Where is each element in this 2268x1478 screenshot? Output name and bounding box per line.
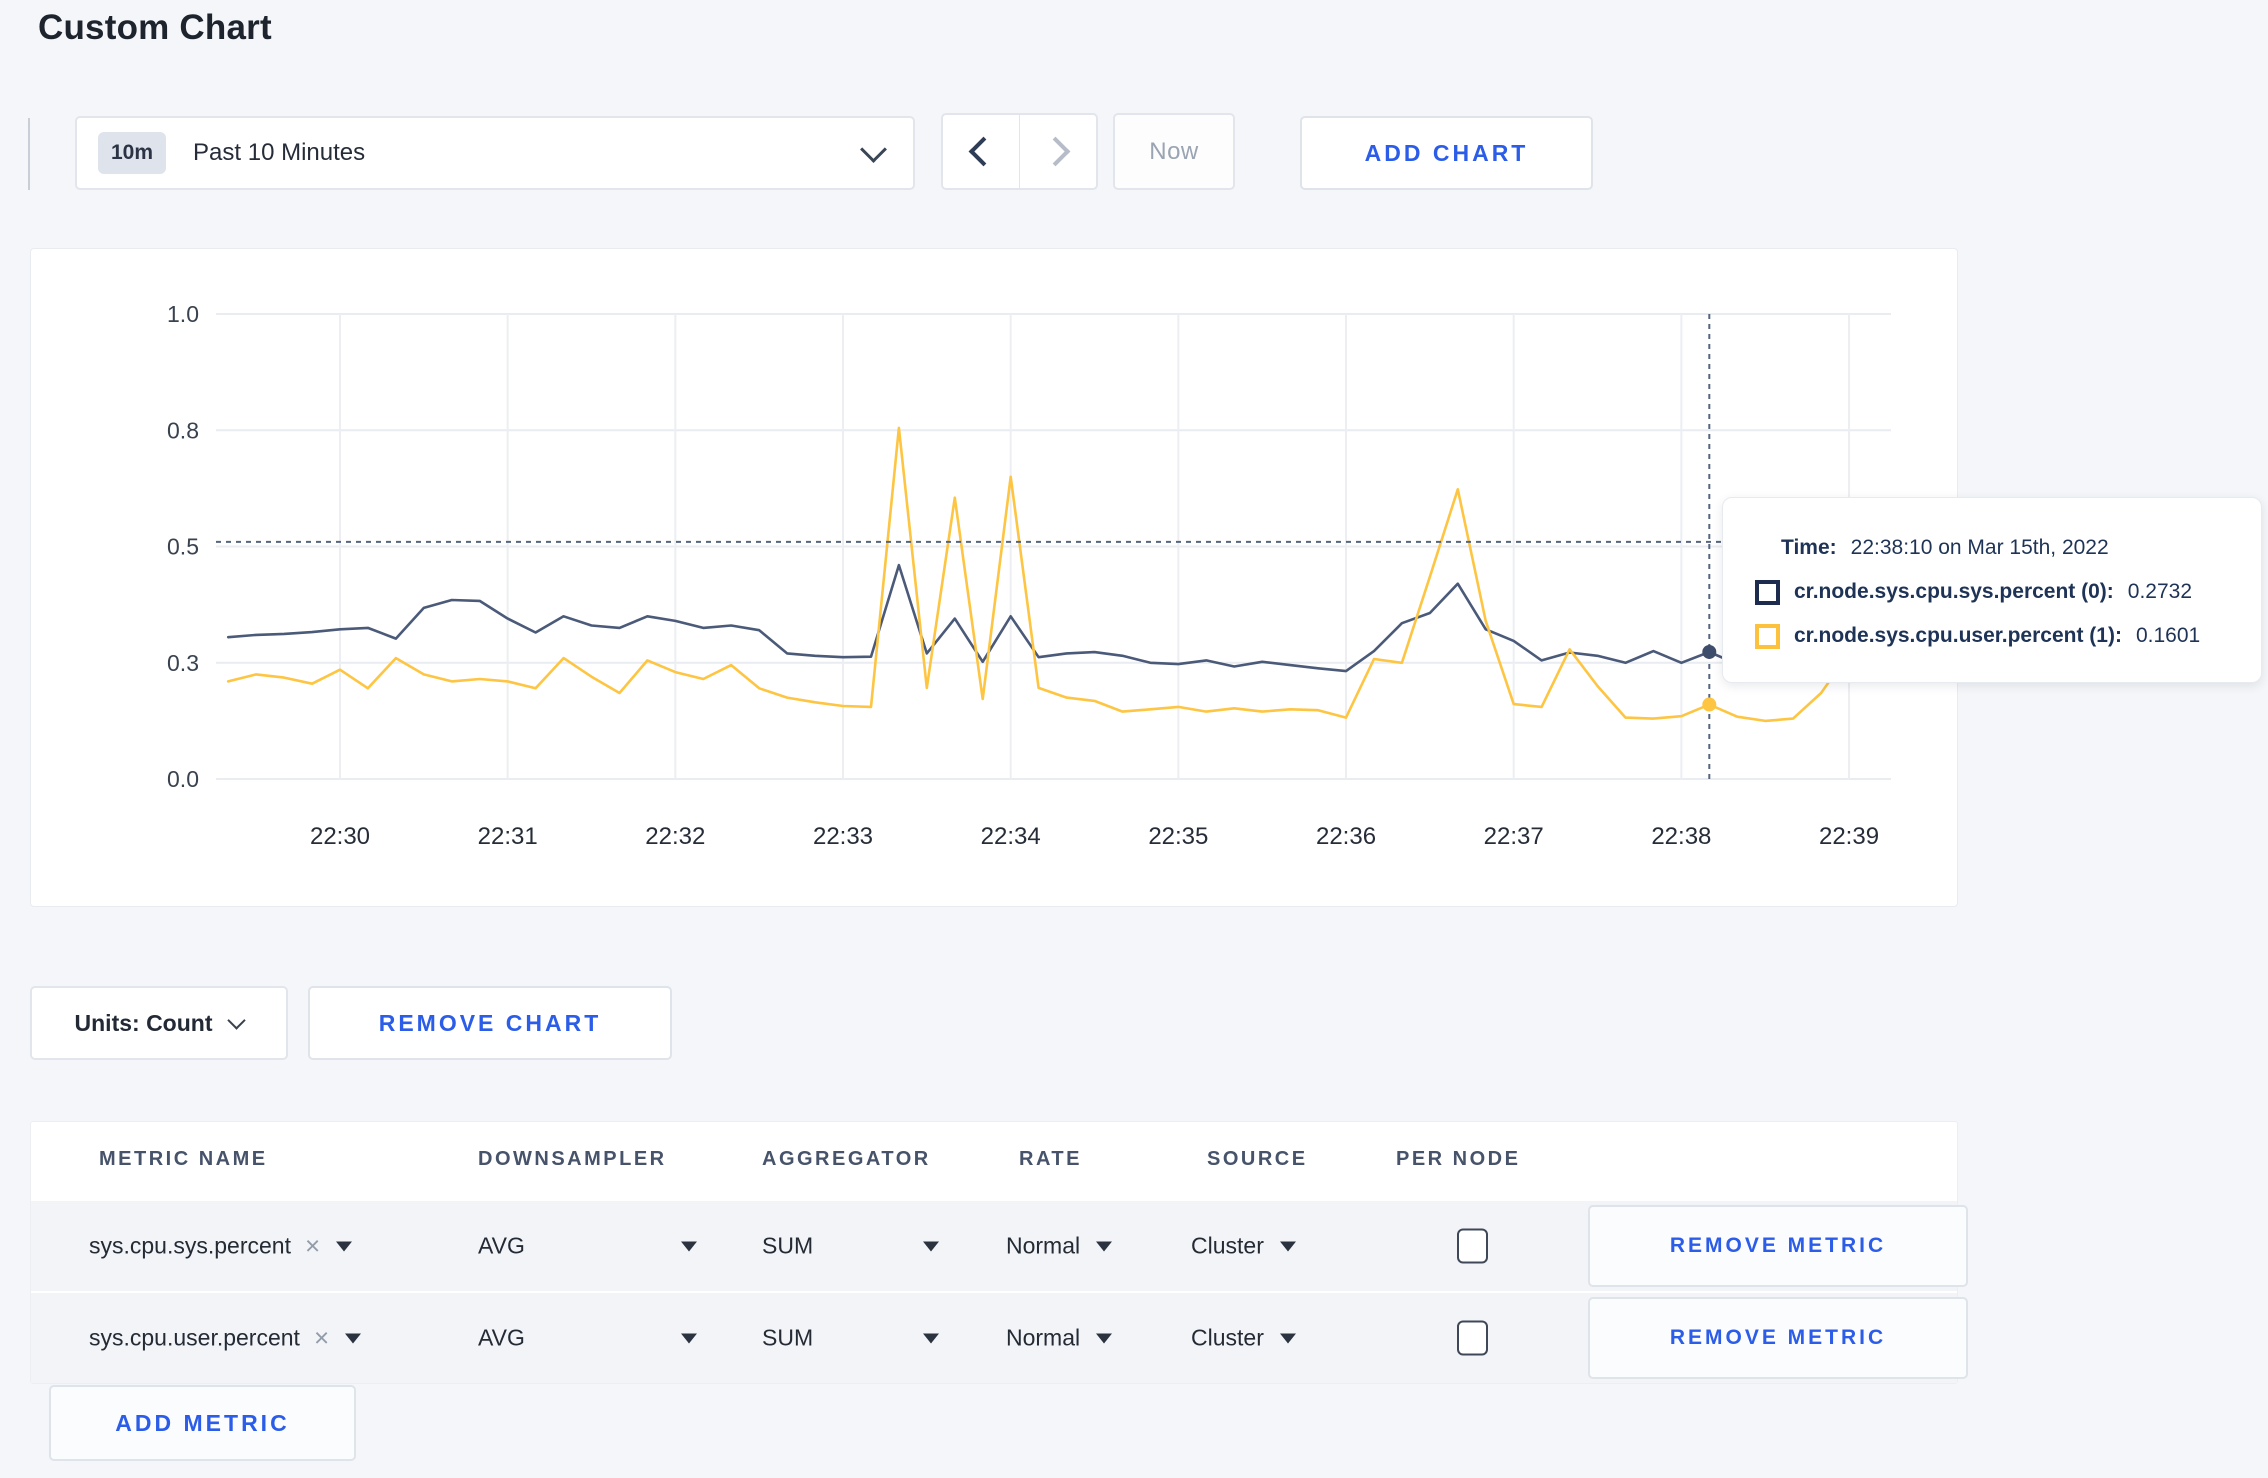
series-line-user [226, 426, 1879, 723]
y-axis-tick-label: 0.8 [167, 417, 199, 443]
x-axis-tick-label: 22:33 [813, 823, 873, 850]
source-value: Cluster [1191, 1324, 1264, 1351]
metric-name-select[interactable]: sys.cpu.sys.percent × [89, 1231, 353, 1262]
aggregator-value: SUM [762, 1232, 814, 1259]
tooltip-time-label: Time: [1781, 536, 1837, 559]
toolbar-left-divider [28, 118, 30, 190]
downsampler-value: AVG [478, 1324, 525, 1351]
header-source: SOURCE [1207, 1148, 1308, 1170]
series-line-sys [226, 563, 1879, 673]
page-title: Custom Chart [38, 8, 272, 47]
add-chart-button[interactable]: ADD CHART [1300, 116, 1593, 190]
time-range-dropdown[interactable]: 10m Past 10 Minutes [75, 116, 915, 190]
clear-metric-icon[interactable]: × [314, 1323, 329, 1354]
x-axis-tick-label: 22:32 [645, 823, 705, 850]
y-axis-tick-label: 1.0 [167, 301, 199, 327]
caret-down-icon [1279, 1333, 1296, 1343]
downsampler-value: AVG [478, 1232, 525, 1259]
remove-chart-button[interactable]: REMOVE CHART [308, 986, 672, 1060]
chevron-left-icon [968, 136, 999, 167]
y-axis-tick-label: 0.5 [167, 534, 199, 560]
header-metric-name: METRIC NAME [99, 1148, 268, 1170]
x-axis-tick-label: 22:35 [1148, 823, 1208, 850]
caret-down-icon [1279, 1241, 1296, 1251]
sys-hover-marker [1702, 644, 1717, 659]
header-per-node: PER NODE [1396, 1148, 1521, 1170]
rate-select[interactable]: Normal [1006, 1232, 1113, 1260]
time-range-badge: 10m [98, 132, 167, 174]
chevron-down-icon [860, 135, 887, 163]
metric-row: sys.cpu.sys.percent × AVG SUM Normal Clu… [31, 1201, 1968, 1291]
x-axis-tick-label: 22:39 [1819, 823, 1879, 850]
clear-metric-icon[interactable]: × [305, 1231, 320, 1262]
x-axis-tick-label: 22:38 [1651, 823, 1711, 850]
time-range-label: Past 10 Minutes [193, 139, 366, 166]
metric-name-value: sys.cpu.sys.percent [89, 1232, 291, 1259]
aggregator-select[interactable]: SUM [762, 1232, 940, 1260]
metric-name-value: sys.cpu.user.percent [89, 1324, 300, 1351]
tooltip-time-value: 22:38:10 on Mar 15th, 2022 [1850, 536, 2109, 559]
chevron-down-icon [227, 1010, 247, 1030]
units-label: Units: Count [74, 1009, 213, 1036]
rate-value: Normal [1006, 1232, 1081, 1259]
tooltip-user-value: 0.1601 [2135, 624, 2201, 647]
now-button[interactable]: Now [1113, 113, 1235, 190]
y-axis-tick-label: 0.0 [167, 766, 199, 792]
per-node-checkbox[interactable] [1457, 1320, 1488, 1356]
tooltip-user-label: cr.node.sys.cpu.user.percent (1): [1794, 624, 2122, 647]
units-dropdown[interactable]: Units: Count [30, 986, 288, 1060]
header-rate: RATE [1019, 1148, 1082, 1170]
chevron-right-icon [1040, 136, 1071, 167]
metrics-table: METRIC NAME DOWNSAMPLER AGGREGATOR RATE … [30, 1121, 1968, 1384]
x-axis-tick-label: 22:30 [310, 823, 370, 850]
caret-down-icon [680, 1333, 697, 1343]
caret-down-icon[interactable] [345, 1333, 362, 1343]
chart-svg[interactable]: 0.0 0.3 0.5 0.8 1.0 22:30 22:31 22:32 22:33 22:34… [31, 249, 1957, 906]
x-axis-tick-label: 22:34 [981, 823, 1041, 850]
caret-down-icon [923, 1241, 940, 1251]
caret-down-icon[interactable] [336, 1241, 353, 1251]
chart-card: 0.0 0.3 0.5 0.8 1.0 22:30 22:31 22:32 22:33 22:34… [30, 248, 1958, 907]
source-select[interactable]: Cluster [1191, 1233, 1296, 1260]
header-aggregator: AGGREGATOR [762, 1148, 931, 1170]
caret-down-icon [680, 1241, 697, 1251]
chart-tooltip: Time: 22:38:10 on Mar 15th, 2022 cr.node… [1722, 497, 2262, 683]
rate-value: Normal [1006, 1324, 1081, 1351]
caret-down-icon [1096, 1333, 1113, 1343]
aggregator-select[interactable]: SUM [762, 1324, 940, 1352]
header-downsampler: DOWNSAMPLER [478, 1148, 667, 1170]
source-value: Cluster [1191, 1232, 1264, 1259]
source-select[interactable]: Cluster [1191, 1325, 1296, 1352]
user-series-swatch-icon [1755, 623, 1780, 649]
add-metric-button[interactable]: ADD METRIC [49, 1385, 356, 1461]
remove-metric-button[interactable]: REMOVE METRIC [1588, 1205, 1968, 1287]
remove-metric-button[interactable]: REMOVE METRIC [1588, 1297, 1968, 1379]
per-node-checkbox[interactable] [1457, 1228, 1488, 1264]
tooltip-sys-value: 0.2732 [2127, 580, 2193, 603]
downsampler-select[interactable]: AVG [478, 1233, 697, 1260]
time-pager [941, 113, 1098, 190]
downsampler-select[interactable]: AVG [478, 1325, 697, 1352]
metric-row: sys.cpu.user.percent × AVG SUM Normal Cl… [31, 1293, 1968, 1383]
aggregator-value: SUM [762, 1324, 814, 1351]
user-hover-marker [1702, 697, 1717, 712]
rate-select[interactable]: Normal [1006, 1324, 1113, 1352]
x-axis-tick-label: 22:36 [1316, 823, 1376, 850]
x-axis-tick-label: 22:31 [478, 823, 538, 850]
tooltip-sys-label: cr.node.sys.cpu.sys.percent (0): [1794, 580, 2114, 603]
next-time-button[interactable] [1020, 115, 1096, 188]
prev-time-button[interactable] [943, 115, 1019, 188]
caret-down-icon [923, 1333, 940, 1343]
caret-down-icon [1096, 1241, 1113, 1251]
metric-name-select[interactable]: sys.cpu.user.percent × [89, 1323, 362, 1354]
y-axis-tick-label: 0.3 [167, 650, 199, 676]
sys-series-swatch-icon [1755, 579, 1780, 605]
x-axis-tick-label: 22:37 [1484, 823, 1544, 850]
